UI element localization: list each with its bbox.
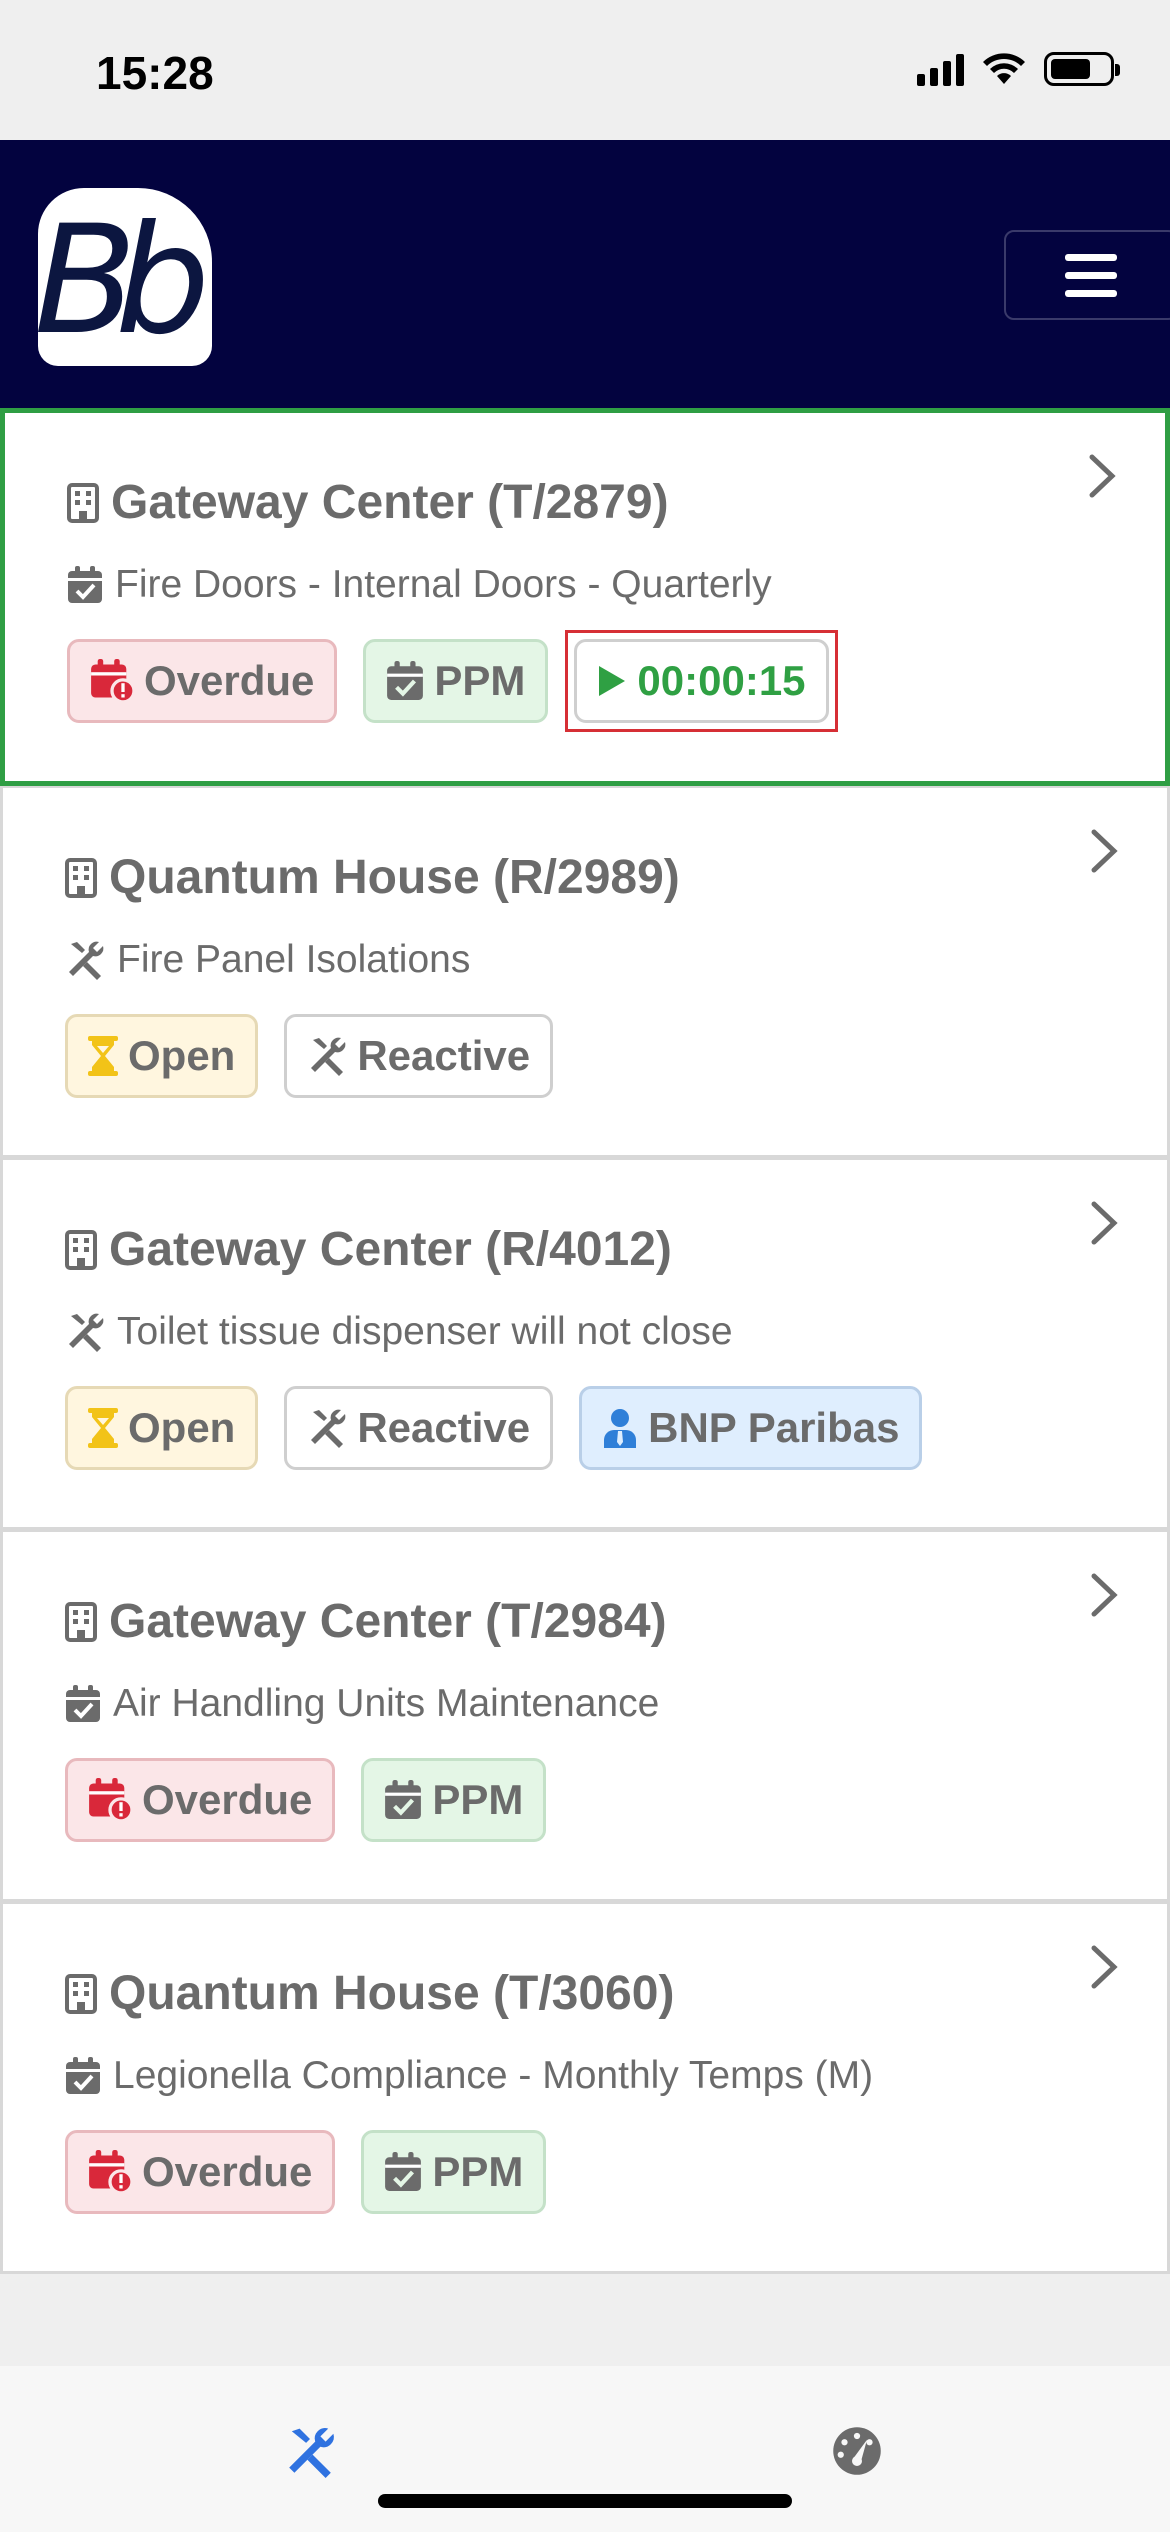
job-list: Gateway Center (T/2879) Fire Doors - Int… [0, 408, 1170, 2274]
job-title: Gateway Center (R/4012) [65, 1222, 672, 1277]
calendar-overdue-icon [88, 2150, 132, 2194]
hourglass-icon [88, 1036, 118, 1076]
status-badge-open: Open [65, 1014, 259, 1098]
calendar-check-icon [384, 2152, 422, 2192]
calendar-check-icon [384, 1780, 422, 1820]
job-description: Air Handling Units Maintenance [65, 1682, 659, 1726]
building-icon [67, 482, 99, 524]
tools-icon [307, 1036, 347, 1076]
calendar-check-icon [65, 1685, 101, 1723]
hourglass-icon [88, 1408, 118, 1448]
job-description: Fire Doors - Internal Doors - Quarterly [67, 563, 772, 607]
job-description: Fire Panel Isolations [65, 938, 470, 982]
building-icon [65, 857, 97, 899]
tools-icon [65, 1312, 105, 1352]
status-icons [917, 52, 1120, 86]
job-badges: Overdue PPM [65, 2130, 547, 2214]
status-bar: 15:28 [0, 0, 1170, 140]
type-badge-ppm: PPM [361, 1758, 547, 1842]
job-badges: Open Reactive BNP Paribas [65, 1386, 923, 1470]
calendar-overdue-icon [90, 659, 134, 703]
tools-icon [65, 940, 105, 980]
building-icon [65, 1229, 97, 1271]
chevron-right-icon[interactable] [1081, 1200, 1127, 1246]
menu-button[interactable] [1004, 230, 1170, 320]
job-badges: Open Reactive [65, 1014, 554, 1098]
type-badge-reactive: Reactive [284, 1014, 554, 1098]
job-badges: Overdue PPM [65, 1758, 547, 1842]
calendar-check-icon [386, 661, 424, 701]
status-time: 15:28 [96, 47, 214, 99]
job-card[interactable]: Quantum House (R/2989) Fire Panel Isolat… [0, 786, 1170, 1158]
tools-icon[interactable] [284, 2426, 336, 2478]
status-badge-overdue: Overdue [67, 639, 338, 723]
job-title: Quantum House (T/3060) [65, 1966, 674, 2021]
building-icon [65, 1973, 97, 2015]
type-badge-ppm: PPM [361, 2130, 547, 2214]
job-title: Gateway Center (T/2984) [65, 1594, 667, 1649]
client-badge: BNP Paribas [579, 1386, 923, 1470]
chevron-right-icon[interactable] [1081, 828, 1127, 874]
building-icon [65, 1601, 97, 1643]
type-badge-ppm: PPM [363, 639, 549, 723]
home-indicator [378, 2494, 792, 2508]
calendar-overdue-icon [88, 1778, 132, 1822]
status-badge-overdue: Overdue [65, 2130, 336, 2214]
chevron-right-icon[interactable] [1079, 453, 1125, 499]
job-card[interactable]: Quantum House (T/3060) Legionella Compli… [0, 1902, 1170, 2274]
chevron-right-icon[interactable] [1081, 1572, 1127, 1618]
job-title: Quantum House (R/2989) [65, 850, 680, 905]
hamburger-icon [1065, 253, 1117, 261]
timer-button[interactable]: 00:00:15 [574, 639, 829, 723]
calendar-check-icon [65, 2057, 101, 2095]
cellular-signal-icon [917, 52, 964, 86]
chevron-right-icon[interactable] [1081, 1944, 1127, 1990]
app-header: Bb [0, 140, 1170, 408]
job-description: Toilet tissue dispenser will not close [65, 1310, 733, 1354]
wifi-icon [983, 53, 1025, 84]
tools-icon [307, 1408, 347, 1448]
play-icon [597, 664, 627, 698]
battery-icon [1044, 52, 1120, 86]
user-tie-icon [602, 1408, 638, 1448]
job-card[interactable]: Gateway Center (T/2879) Fire Doors - Int… [0, 408, 1170, 786]
job-description: Legionella Compliance - Monthly Temps (M… [65, 2054, 873, 2098]
job-badges: Overdue PPM 00:00:15 [67, 630, 838, 732]
job-title: Gateway Center (T/2879) [67, 475, 669, 530]
timer-highlight: 00:00:15 [565, 630, 838, 732]
calendar-check-icon [67, 566, 103, 604]
status-badge-open: Open [65, 1386, 259, 1470]
logo-text: Bb [38, 194, 210, 366]
job-card[interactable]: Gateway Center (T/2984) Air Handling Uni… [0, 1530, 1170, 1902]
app-logo[interactable]: Bb [38, 188, 212, 366]
type-badge-reactive: Reactive [284, 1386, 554, 1470]
gauge-icon[interactable] [832, 2426, 882, 2476]
status-badge-overdue: Overdue [65, 1758, 336, 1842]
job-card[interactable]: Gateway Center (R/4012) Toilet tissue di… [0, 1158, 1170, 1530]
